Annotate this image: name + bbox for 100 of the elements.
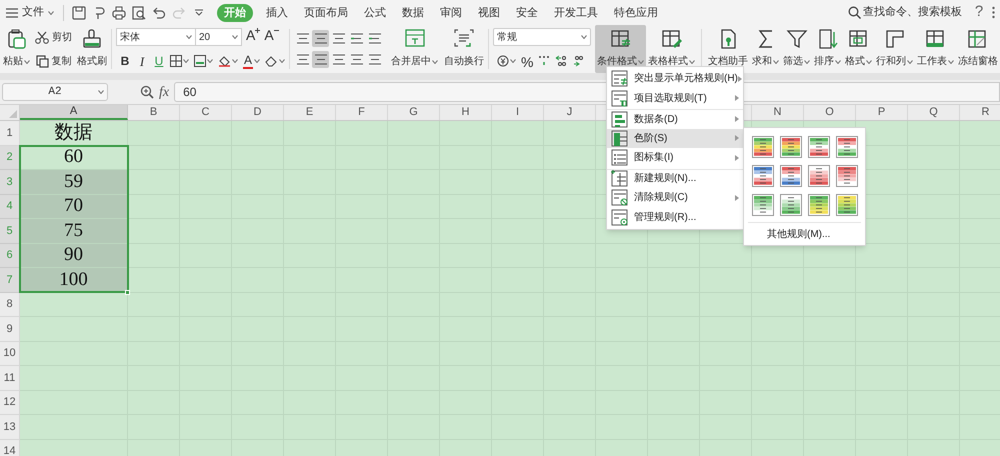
ribbon-tab[interactable]: 审阅	[437, 4, 465, 22]
paint-bucket-icon	[218, 55, 231, 67]
column-header[interactable]: E	[284, 105, 336, 120]
undo-icon	[152, 6, 166, 20]
menu-item[interactable]: 管理规则(R)...	[607, 208, 743, 227]
search-command-field[interactable]: 查找命令、搜索模板	[848, 2, 962, 22]
color-scale-option[interactable]	[836, 136, 858, 158]
color-scale-option[interactable]	[808, 194, 830, 216]
color-scale-option[interactable]	[752, 136, 774, 158]
row-header[interactable]: 10	[0, 342, 20, 366]
fill-handle[interactable]	[125, 290, 130, 294]
ribbon-tab[interactable]: 视图	[475, 4, 503, 22]
row-header[interactable]: 1	[0, 121, 20, 146]
column-header[interactable]: R	[960, 105, 1000, 120]
menu-item[interactable]: 项目选取规则(T)	[607, 88, 743, 108]
name-box[interactable]: A2	[2, 83, 108, 101]
table-cell	[128, 194, 180, 219]
font-size-dropdown[interactable]: 20	[196, 28, 242, 46]
menu-item[interactable]: 清除规则(C)	[607, 188, 743, 208]
color-scale-option[interactable]	[836, 165, 858, 187]
italic-button[interactable]: I	[136, 52, 148, 70]
menu-item[interactable]: 新建规则(N)...	[607, 168, 743, 188]
ribbon-button[interactable]: 排序	[812, 25, 844, 73]
column-header[interactable]: C	[180, 105, 232, 120]
menu-item[interactable]: 色阶(S)	[607, 128, 743, 148]
row-header[interactable]: 11	[0, 366, 20, 390]
increase-font-button[interactable]: A	[246, 28, 260, 46]
ribbon-button[interactable]: 行和列	[874, 25, 916, 73]
ribbon-tab[interactable]: 数据	[399, 4, 427, 22]
format-painter-button[interactable]: 格式刷	[77, 25, 107, 73]
ribbon-tab[interactable]: 公式	[361, 4, 389, 22]
table-cell	[232, 121, 284, 146]
column-header[interactable]: P	[856, 105, 908, 120]
font-name-dropdown[interactable]: 宋体	[116, 28, 196, 46]
caret-icon	[186, 35, 192, 39]
align-middle-button[interactable]	[312, 30, 330, 47]
ribbon-button[interactable]: 冻结窗格	[956, 25, 1000, 73]
file-menu[interactable]: 文件	[6, 2, 58, 22]
color-scale-icon	[808, 194, 830, 216]
column-header[interactable]: G	[388, 105, 440, 120]
ribbon-tab[interactable]: 开发工具	[551, 4, 601, 22]
ribbon-button[interactable]: 筛选	[781, 25, 812, 73]
plus-icon	[255, 28, 260, 33]
menu-item[interactable]: 图标集(I)	[607, 148, 743, 168]
column-header[interactable]: Q	[908, 105, 960, 120]
column-header[interactable]: O	[804, 105, 856, 120]
search-icon	[848, 6, 861, 19]
print-icon	[112, 6, 126, 20]
column-header[interactable]: F	[336, 105, 388, 120]
ribbon-tab[interactable]: 安全	[513, 4, 541, 22]
merge-center-button[interactable]: 合并居中	[391, 25, 438, 73]
column-header[interactable]: N	[752, 105, 804, 120]
column-header[interactable]: D	[232, 105, 284, 120]
copy-button[interactable]: 复制	[35, 52, 72, 70]
help-button[interactable]: ?	[972, 1, 986, 24]
align-center-button[interactable]	[312, 51, 330, 68]
paste-button[interactable]: 粘贴	[3, 25, 30, 73]
column-header[interactable]: A	[20, 105, 128, 120]
color-scale-option[interactable]	[808, 165, 830, 187]
table-style-icon	[660, 29, 683, 49]
number-format-dropdown[interactable]: 常规	[493, 28, 592, 46]
row-header[interactable]: 13	[0, 415, 20, 440]
percent-button[interactable]: %	[521, 52, 534, 70]
color-scale-option[interactable]	[780, 194, 802, 216]
borders-button[interactable]	[170, 52, 189, 70]
ribbon-button[interactable]: 工作表	[915, 25, 956, 73]
formula-input[interactable]: 60	[174, 82, 606, 102]
color-scale-option[interactable]	[836, 194, 858, 216]
ribbon-button[interactable]: 格式	[843, 25, 874, 73]
row-header[interactable]: 14	[0, 440, 20, 456]
color-scale-option[interactable]	[808, 136, 830, 158]
table-cell	[128, 170, 180, 194]
column-header[interactable]: H	[440, 105, 492, 120]
dropdown-icon	[195, 9, 203, 16]
save-icon	[72, 6, 86, 20]
color-scale-option[interactable]	[752, 165, 774, 187]
row-header[interactable]: 8	[0, 292, 20, 317]
font-color-button[interactable]: A	[243, 52, 260, 70]
align-left-icon	[296, 54, 310, 65]
row-header[interactable]: 9	[0, 317, 20, 342]
ribbon-tab[interactable]: 特色应用	[611, 4, 661, 22]
ribbon-tab[interactable]: 插入	[263, 4, 291, 22]
ribbon-button[interactable]: 求和	[750, 25, 782, 73]
menu-item[interactable]: 其他规则(M)...	[744, 223, 865, 245]
caret-icon	[804, 60, 810, 64]
ribbon-tab[interactable]: 页面布局	[301, 4, 351, 22]
column-header[interactable]: B	[128, 105, 180, 120]
fill-button[interactable]	[194, 52, 213, 70]
row-header[interactable]: 12	[0, 390, 20, 415]
color-scale-icon	[780, 136, 802, 158]
decrease-font-button[interactable]: A	[264, 28, 279, 46]
column-header[interactable]: I	[492, 105, 544, 120]
column-header[interactable]: J	[544, 105, 596, 120]
bold-button[interactable]: B	[119, 52, 131, 70]
more-icon	[992, 6, 994, 19]
color-scale-option[interactable]	[780, 165, 802, 187]
color-scale-option[interactable]	[780, 136, 802, 158]
wrap-text-button[interactable]: 自动换行	[444, 25, 484, 73]
cut-button[interactable]: 剪切	[35, 28, 72, 46]
color-scale-option[interactable]	[752, 194, 774, 216]
